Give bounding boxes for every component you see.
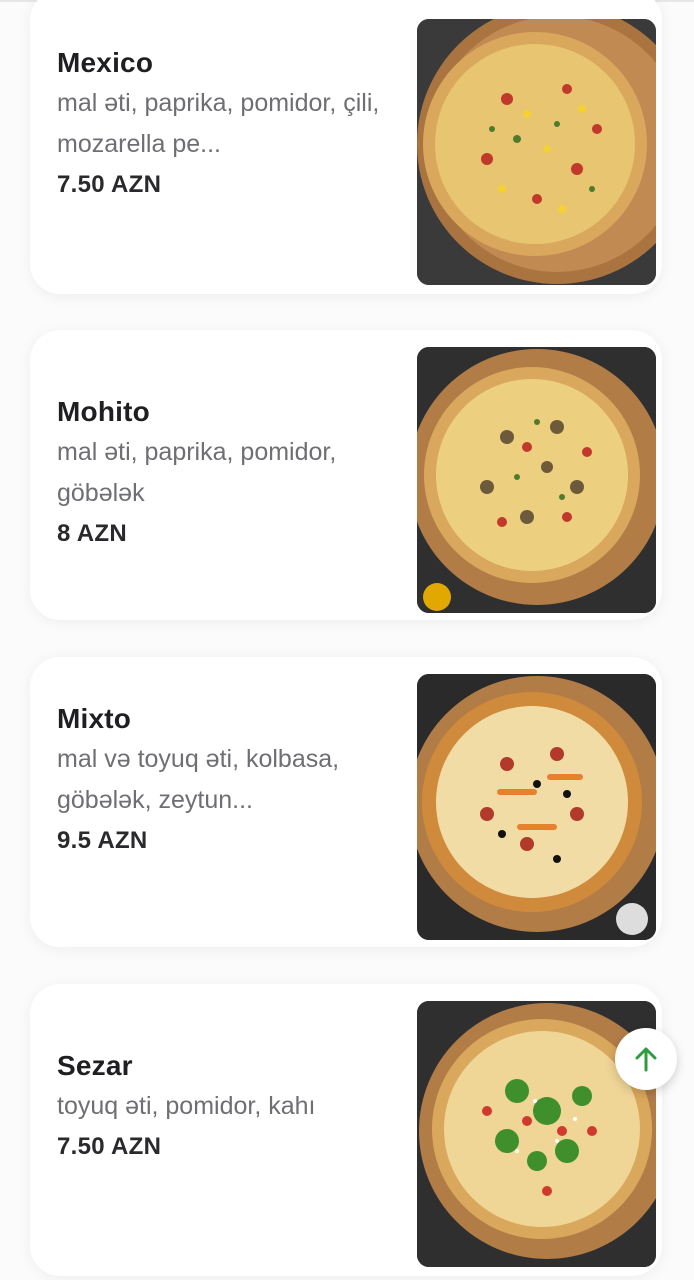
menu-item-price: 7.50 AZN <box>57 1133 162 1160</box>
pizza-mohito-image[interactable] <box>417 347 656 613</box>
menu-item-name: Mixto <box>57 703 132 734</box>
menu-item-description: mal əti, paprika, pomidor, göbələk <box>57 438 337 507</box>
menu-item-card-mexico[interactable]: Mexico mal əti, paprika, pomidor, çili, … <box>30 0 662 294</box>
menu-item-name: Sezar <box>57 1050 133 1081</box>
pizza-mixto-image[interactable] <box>417 674 656 940</box>
menu-item-card-mixto[interactable]: Mixto mal və toyuq əti, kolbasa, göbələk… <box>30 657 662 947</box>
menu-item-name: Mohito <box>57 396 150 427</box>
menu-item-text: Mixto mal və toyuq əti, kolbasa, göbələk… <box>57 699 387 861</box>
menu-item-card-mohito[interactable]: Mohito mal əti, paprika, pomidor, göbələ… <box>30 330 662 620</box>
scroll-top-button[interactable] <box>615 1028 677 1090</box>
menu-item-description: mal və toyuq əti, kolbasa, göbələk, zeyt… <box>57 745 340 814</box>
pizza-mexico-image[interactable] <box>417 19 656 285</box>
arrow-up-icon <box>635 1047 657 1072</box>
menu-item-price: 9.5 AZN <box>57 827 148 854</box>
menu-item-card-sezar[interactable]: Sezar toyuq əti, pomidor, kahı 7.50 AZN <box>30 984 662 1276</box>
menu-item-description: mal əti, paprika, pomidor, çili, mozarel… <box>57 89 380 158</box>
menu-page: Mexico mal əti, paprika, pomidor, çili, … <box>0 0 694 1280</box>
menu-item-price: 8 AZN <box>57 520 127 547</box>
menu-item-description: toyuq əti, pomidor, kahı <box>57 1092 316 1120</box>
menu-item-name: Mexico <box>57 47 154 78</box>
menu-item-text: Mohito mal əti, paprika, pomidor, göbələ… <box>57 392 387 554</box>
menu-item-text: Mexico mal əti, paprika, pomidor, çili, … <box>57 43 387 205</box>
menu-item-price: 7.50 AZN <box>57 171 162 198</box>
menu-item-text: Sezar toyuq əti, pomidor, kahı 7.50 AZN <box>57 1046 387 1167</box>
